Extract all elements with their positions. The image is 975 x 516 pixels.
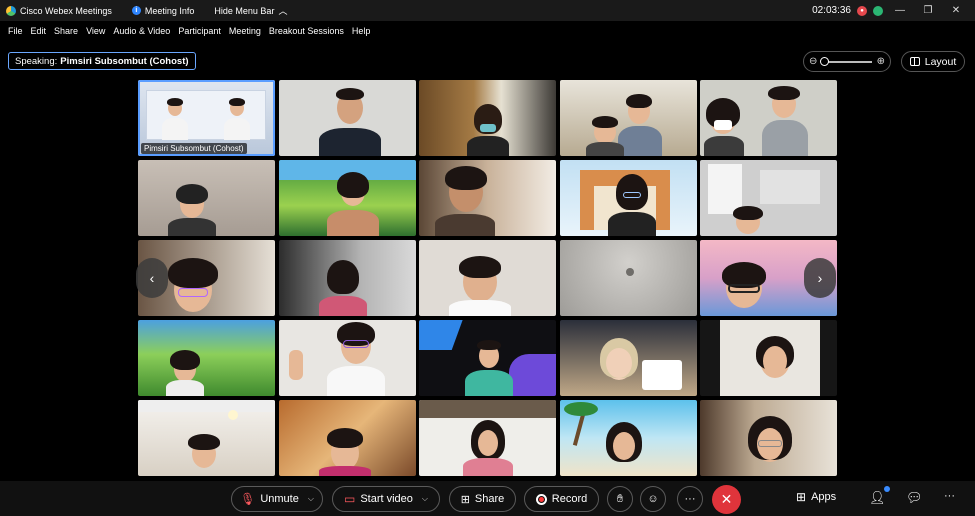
microphone-muted-icon: 🎙︎ bbox=[240, 492, 256, 506]
recording-indicator-icon: ● bbox=[857, 5, 867, 16]
chat-button[interactable]: 💬︎ bbox=[906, 490, 923, 506]
unmute-button[interactable]: 🎙︎ Unmute ⌵ bbox=[231, 486, 323, 512]
video-tile[interactable] bbox=[419, 240, 556, 316]
notification-badge bbox=[884, 486, 890, 492]
share-screen-icon: ⊞ bbox=[460, 493, 470, 506]
shield-icon: i bbox=[131, 6, 141, 15]
apps-label: Apps bbox=[811, 491, 837, 503]
speaking-label: Speaking: bbox=[15, 55, 58, 67]
participant-video-grid: Pimsiri Subsombut (Cohost) bbox=[138, 80, 837, 476]
speaking-indicator: Speaking: Pimsiri Subsombut (Cohost) bbox=[8, 52, 196, 70]
zoom-out-icon[interactable]: ⊖ bbox=[809, 56, 817, 67]
share-label: Share bbox=[474, 493, 505, 505]
chevron-up-icon: ︿ bbox=[278, 6, 288, 16]
more-panels-button[interactable]: ··· bbox=[944, 490, 955, 502]
meeting-controls-bar: 🎙︎ Unmute ⌵ ▭ Start video ⌵ ⊞ Share Reco… bbox=[0, 481, 975, 516]
video-tile[interactable] bbox=[559, 320, 697, 396]
video-off-icon: ▭ bbox=[343, 492, 356, 506]
video-tile[interactable] bbox=[419, 80, 556, 156]
video-tile[interactable] bbox=[559, 240, 697, 316]
menu-meeting[interactable]: Meeting bbox=[225, 26, 265, 36]
menu-participant[interactable]: Participant bbox=[174, 26, 225, 36]
video-tile[interactable] bbox=[559, 160, 697, 236]
next-page-button[interactable]: › bbox=[804, 258, 836, 298]
smiley-icon: ☺ bbox=[647, 493, 659, 505]
video-tile[interactable] bbox=[419, 320, 556, 396]
menu-audio-video[interactable]: Audio & Video bbox=[109, 26, 174, 36]
title-bar: Cisco Webex Meetings i Meeting Info Hide… bbox=[0, 0, 975, 21]
chevron-down-icon[interactable]: ⌵ bbox=[422, 494, 428, 504]
record-label: Record bbox=[551, 493, 588, 505]
video-tile[interactable] bbox=[700, 80, 837, 156]
zoom-in-icon[interactable]: ⊕ bbox=[877, 56, 885, 67]
previous-page-button[interactable]: ‹ bbox=[136, 258, 168, 298]
menu-share[interactable]: Share bbox=[50, 26, 82, 36]
start-video-button[interactable]: ▭ Start video ⌵ bbox=[332, 486, 440, 512]
app-title: Cisco Webex Meetings bbox=[0, 5, 118, 16]
video-tile[interactable] bbox=[419, 160, 556, 236]
apps-button[interactable]: ⊞ Apps bbox=[796, 490, 836, 504]
more-options-button[interactable]: ··· bbox=[677, 486, 703, 512]
menu-view[interactable]: View bbox=[82, 26, 109, 36]
menu-bar: File Edit Share View Audio & Video Parti… bbox=[0, 21, 975, 41]
app-name: Cisco Webex Meetings bbox=[20, 5, 112, 16]
ellipsis-icon: ··· bbox=[684, 493, 696, 505]
meeting-timer: 02:03:36 bbox=[812, 5, 851, 16]
speaking-name: Pimsiri Subsombut (Cohost) bbox=[60, 55, 189, 67]
menu-file[interactable]: File bbox=[4, 26, 27, 36]
apps-grid-icon: ⊞ bbox=[796, 490, 807, 504]
video-tile[interactable] bbox=[278, 160, 416, 236]
video-tile[interactable] bbox=[278, 80, 416, 156]
menu-breakout-sessions[interactable]: Breakout Sessions bbox=[265, 26, 348, 36]
chat-bubble-icon: 💬︎ bbox=[906, 490, 923, 505]
video-tile[interactable] bbox=[700, 160, 837, 236]
webex-window: Cisco Webex Meetings i Meeting Info Hide… bbox=[0, 0, 975, 516]
hide-menu-label: Hide Menu Bar bbox=[214, 5, 275, 16]
unmute-label: Unmute bbox=[260, 493, 299, 505]
title-bar-right: 02:03:36 ● — ❐ ✕ bbox=[812, 0, 975, 21]
minimize-icon[interactable]: — bbox=[889, 5, 911, 16]
zoom-slider-handle[interactable] bbox=[820, 56, 830, 66]
ellipsis-icon: ··· bbox=[944, 490, 955, 502]
hand-icon: ✋︎ bbox=[616, 492, 624, 505]
video-zoom-control[interactable]: ⊖ ⊕ bbox=[803, 51, 891, 72]
video-tile[interactable] bbox=[138, 320, 275, 396]
close-icon: ✕ bbox=[720, 491, 733, 507]
video-tile[interactable]: Pimsiri Subsombut (Cohost) bbox=[138, 80, 275, 156]
video-tile[interactable] bbox=[559, 80, 697, 156]
share-button[interactable]: ⊞ Share bbox=[449, 486, 516, 512]
participants-icon: 👤︎ bbox=[869, 490, 886, 505]
layout-grid-icon bbox=[909, 57, 920, 66]
hide-menu-bar-button[interactable]: Hide Menu Bar ︿ bbox=[208, 4, 293, 17]
menu-edit[interactable]: Edit bbox=[27, 26, 51, 36]
layout-button[interactable]: Layout bbox=[901, 51, 965, 72]
restore-icon[interactable]: ❐ bbox=[917, 5, 939, 16]
participants-button[interactable]: 👤︎ bbox=[869, 490, 886, 506]
video-tile[interactable] bbox=[419, 400, 556, 476]
chevron-down-icon[interactable]: ⌵ bbox=[308, 494, 314, 504]
video-tile[interactable] bbox=[278, 400, 416, 476]
video-tile[interactable] bbox=[700, 400, 837, 476]
meeting-info-button[interactable]: i Meeting Info bbox=[126, 6, 201, 16]
network-health-icon[interactable] bbox=[873, 5, 883, 16]
raise-hand-button[interactable]: ✋︎ bbox=[607, 486, 633, 512]
reactions-button[interactable]: ☺ bbox=[640, 486, 666, 512]
leave-meeting-button[interactable]: ✕ bbox=[712, 485, 741, 514]
video-tile[interactable] bbox=[278, 240, 416, 316]
video-tile[interactable] bbox=[138, 160, 275, 236]
close-icon[interactable]: ✕ bbox=[945, 5, 967, 16]
start-video-label: Start video bbox=[360, 493, 413, 505]
video-tile[interactable] bbox=[138, 400, 275, 476]
webex-logo-icon bbox=[6, 5, 16, 16]
record-button[interactable]: Record bbox=[524, 486, 599, 512]
participant-name-tag: Pimsiri Subsombut (Cohost) bbox=[141, 143, 247, 154]
video-tile[interactable] bbox=[700, 320, 837, 396]
meeting-info-label: Meeting Info bbox=[144, 5, 195, 16]
video-tile[interactable] bbox=[278, 320, 416, 396]
video-tile[interactable] bbox=[559, 400, 697, 476]
record-icon bbox=[535, 493, 547, 505]
menu-help[interactable]: Help bbox=[348, 26, 375, 36]
zoom-slider[interactable] bbox=[820, 56, 872, 66]
layout-label: Layout bbox=[924, 55, 957, 68]
